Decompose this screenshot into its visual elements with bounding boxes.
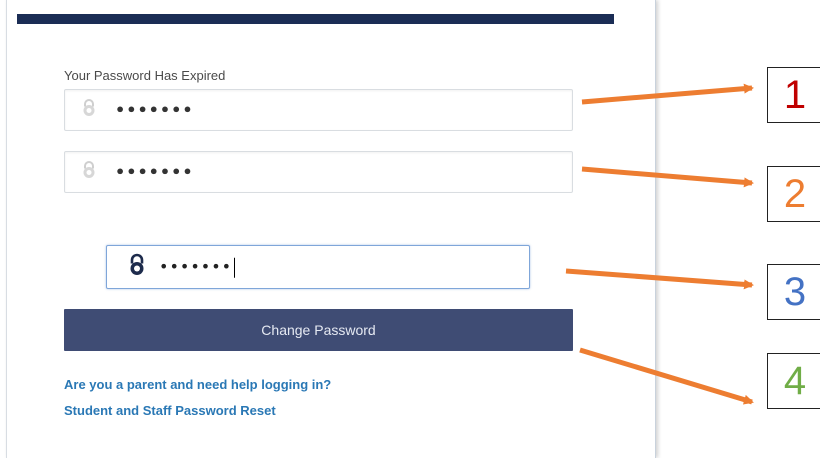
change-password-button[interactable]: Change Password — [64, 309, 573, 351]
callout-3: 3 — [767, 264, 820, 320]
password-value: ••••••• — [159, 257, 236, 278]
parent-help-link[interactable]: Are you a parent and need help logging i… — [64, 377, 331, 392]
confirm-password-field[interactable]: ••••••• — [106, 245, 530, 289]
callout-1: 1 — [767, 67, 820, 123]
lock-icon — [127, 253, 147, 281]
page-title: Your Password Has Expired — [64, 68, 226, 83]
password-reset-link[interactable]: Student and Staff Password Reset — [64, 403, 276, 418]
lock-icon — [81, 99, 97, 122]
callout-number: 4 — [783, 358, 807, 403]
callout-4: 4 — [767, 353, 820, 409]
new-password-field[interactable]: ••••••• — [64, 151, 573, 193]
header-bar — [17, 14, 614, 24]
callout-number: 3 — [783, 269, 807, 314]
callout-number: 2 — [783, 171, 807, 216]
current-password-field[interactable]: ••••••• — [64, 89, 573, 131]
password-value: ••••••• — [115, 162, 194, 182]
callout-2: 2 — [767, 166, 820, 222]
callout-number: 1 — [783, 72, 807, 117]
text-cursor — [234, 257, 236, 278]
lock-icon — [81, 161, 97, 184]
password-value: ••••••• — [115, 100, 194, 120]
